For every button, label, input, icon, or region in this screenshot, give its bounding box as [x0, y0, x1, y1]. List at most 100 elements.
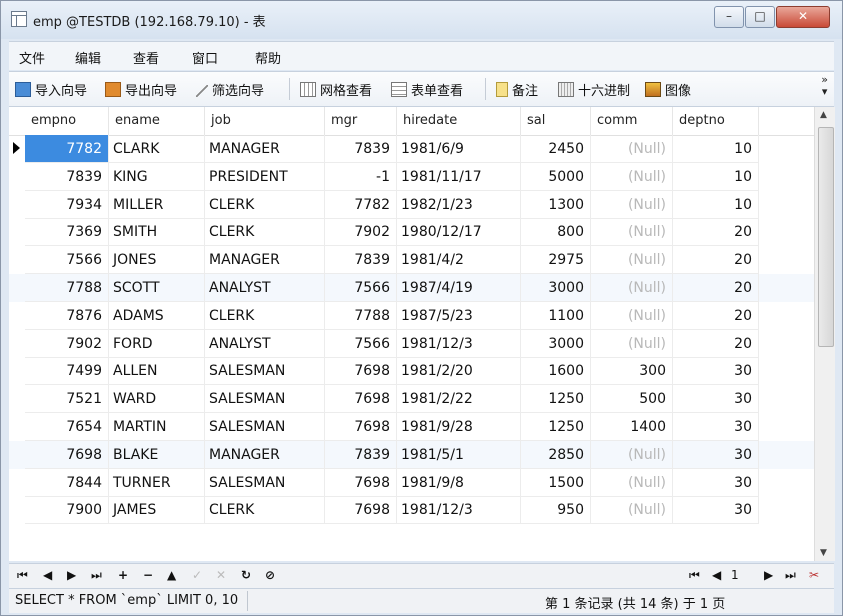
cell-ename[interactable]: WARD	[109, 385, 205, 414]
cell-job[interactable]: MANAGER	[205, 440, 325, 469]
cell-mgr[interactable]: 7839	[325, 246, 397, 275]
table-row[interactable]: 7902 FORD ANALYST 7566 1981/12/3 3000 (Null) 20	[9, 329, 814, 358]
cell-deptno[interactable]: 20	[673, 218, 759, 247]
cell-sal[interactable]: 1100	[521, 301, 591, 330]
first-page-icon[interactable]: ⏮	[689, 568, 700, 583]
cell-sal[interactable]: 2975	[521, 246, 591, 275]
row-indicator[interactable]	[9, 163, 25, 191]
minimize-button[interactable]: –	[714, 6, 744, 28]
cell-sal[interactable]: 800	[521, 218, 591, 247]
cell-ename[interactable]: CLARK	[109, 135, 205, 163]
delete-record-icon[interactable]: −	[143, 568, 153, 582]
cell-job[interactable]: MANAGER	[205, 135, 325, 163]
cell-mgr[interactable]: 7788	[325, 301, 397, 330]
first-record-icon[interactable]: ⏮	[17, 568, 28, 583]
data-grid[interactable]: empno ename job mgr hiredate sal comm deptno 77…	[9, 107, 814, 561]
cell-mgr[interactable]: 7698	[325, 385, 397, 414]
row-indicator[interactable]	[9, 357, 25, 385]
cell-sal[interactable]: 1300	[521, 190, 591, 219]
cell-job[interactable]: SALESMAN	[205, 385, 325, 414]
apply-icon[interactable]: ✓	[192, 568, 202, 582]
grid-view-button[interactable]: 网格查看	[300, 80, 372, 99]
cell-sal[interactable]: 2450	[521, 135, 591, 163]
cell-sal[interactable]: 3000	[521, 329, 591, 358]
cell-hiredate[interactable]: 1981/2/22	[397, 385, 521, 414]
cell-deptno[interactable]: 30	[673, 440, 759, 469]
column-header-hiredate[interactable]: hiredate	[397, 107, 521, 135]
cell-comm[interactable]: (Null)	[591, 218, 673, 247]
row-indicator[interactable]	[9, 274, 25, 302]
cell-hiredate[interactable]: 1981/4/2	[397, 246, 521, 275]
cell-mgr[interactable]: 7566	[325, 274, 397, 302]
row-indicator[interactable]	[9, 191, 25, 219]
cell-hiredate[interactable]: 1980/12/17	[397, 218, 521, 247]
scroll-up-icon[interactable]: ▲	[820, 110, 827, 120]
cell-mgr[interactable]: 7566	[325, 329, 397, 358]
cell-empno[interactable]: 7369	[25, 218, 109, 247]
cell-mgr[interactable]: 7782	[325, 190, 397, 219]
next-record-icon[interactable]: ▶	[67, 568, 76, 582]
cell-hiredate[interactable]: 1981/12/3	[397, 329, 521, 358]
cell-mgr[interactable]: 7839	[325, 440, 397, 469]
row-indicator[interactable]	[9, 413, 25, 441]
cell-ename[interactable]: KING	[109, 162, 205, 191]
cell-comm[interactable]: (Null)	[591, 190, 673, 219]
cell-comm[interactable]: 300	[591, 357, 673, 386]
row-indicator[interactable]	[9, 385, 25, 413]
cell-mgr[interactable]: -1	[325, 162, 397, 191]
cell-job[interactable]: ANALYST	[205, 274, 325, 302]
cell-ename[interactable]: ADAMS	[109, 301, 205, 330]
cell-empno[interactable]: 7566	[25, 246, 109, 275]
table-row[interactable]: 7499 ALLEN SALESMAN 7698 1981/2/20 1600 300 30	[9, 357, 814, 386]
menu-edit[interactable]: 编辑	[75, 48, 101, 67]
cell-deptno[interactable]: 20	[673, 246, 759, 275]
cell-mgr[interactable]: 7698	[325, 468, 397, 497]
cell-job[interactable]: SALESMAN	[205, 357, 325, 386]
cell-ename[interactable]: ALLEN	[109, 357, 205, 386]
close-button[interactable]: ✕	[776, 6, 830, 28]
toolbar-overflow-button[interactable]: » ▾	[821, 74, 828, 98]
cell-deptno[interactable]: 30	[673, 385, 759, 414]
menu-window[interactable]: 窗口	[192, 48, 218, 67]
cell-comm[interactable]: (Null)	[591, 162, 673, 191]
cell-comm[interactable]: (Null)	[591, 135, 673, 163]
cell-comm[interactable]: (Null)	[591, 246, 673, 275]
cell-hiredate[interactable]: 1987/4/19	[397, 274, 521, 302]
row-indicator[interactable]	[9, 302, 25, 330]
cell-sal[interactable]: 5000	[521, 162, 591, 191]
cell-sal[interactable]: 2850	[521, 440, 591, 469]
cell-comm[interactable]: (Null)	[591, 496, 673, 525]
import-wizard-button[interactable]: 导入向导	[15, 80, 87, 99]
table-row[interactable]: 7788 SCOTT ANALYST 7566 1987/4/19 3000 (Null) 2…	[9, 274, 814, 302]
cell-deptno[interactable]: 10	[673, 162, 759, 191]
cell-job[interactable]: CLERK	[205, 301, 325, 330]
cell-empno[interactable]: 7902	[25, 329, 109, 358]
menu-file[interactable]: 文件	[19, 48, 45, 67]
table-row[interactable]: 7698 BLAKE MANAGER 7839 1981/5/1 2850 (Null) 30	[9, 440, 814, 469]
cell-empno[interactable]: 7844	[25, 468, 109, 497]
cell-ename[interactable]: SCOTT	[109, 274, 205, 302]
cell-job[interactable]: CLERK	[205, 496, 325, 525]
cell-ename[interactable]: MARTIN	[109, 413, 205, 441]
cell-hiredate[interactable]: 1981/6/9	[397, 135, 521, 163]
table-row[interactable]: 7876 ADAMS CLERK 7788 1987/5/23 1100 (Null) 20	[9, 301, 814, 330]
cell-comm[interactable]: (Null)	[591, 301, 673, 330]
refresh-icon[interactable]: ↻	[241, 568, 251, 582]
column-header-sal[interactable]: sal	[521, 107, 591, 135]
cell-sal[interactable]: 1500	[521, 468, 591, 497]
edit-record-icon[interactable]: ▲	[167, 568, 176, 582]
cell-job[interactable]: ANALYST	[205, 329, 325, 358]
prev-record-icon[interactable]: ◀	[43, 568, 52, 582]
menu-help[interactable]: 帮助	[255, 48, 281, 67]
cell-ename[interactable]: JONES	[109, 246, 205, 275]
cell-mgr[interactable]: 7839	[325, 135, 397, 163]
hex-button[interactable]: 十六进制	[558, 80, 630, 99]
cell-job[interactable]: MANAGER	[205, 246, 325, 275]
export-wizard-button[interactable]: 导出向导	[105, 80, 177, 99]
cell-empno[interactable]: 7934	[25, 190, 109, 219]
table-row[interactable]: 7369 SMITH CLERK 7902 1980/12/17 800 (Null) 20	[9, 218, 814, 247]
cell-empno[interactable]: 7782	[25, 135, 109, 163]
cell-deptno[interactable]: 30	[673, 496, 759, 525]
filter-wizard-button[interactable]: 筛选向导	[196, 80, 264, 99]
scroll-down-icon[interactable]: ▼	[820, 548, 827, 558]
